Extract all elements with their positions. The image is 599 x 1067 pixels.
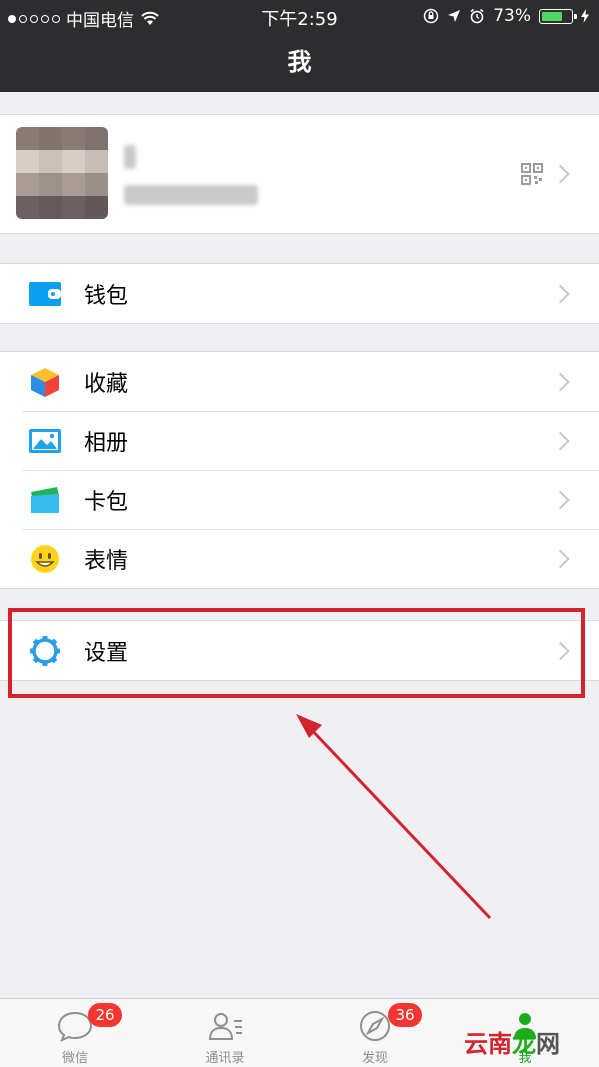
menu-item-cards[interactable]: 卡包 — [0, 470, 599, 529]
profile-card[interactable] — [0, 114, 599, 234]
qr-code-icon[interactable] — [521, 163, 543, 185]
profile-id-blurred — [124, 185, 258, 205]
main-group: 收藏 相册 卡包 表情 — [0, 351, 599, 589]
tab-discover[interactable]: 36 发现 — [300, 999, 450, 1067]
album-icon — [29, 429, 61, 453]
charging-icon — [581, 9, 589, 23]
watermark-text: 云南龙网 — [464, 1024, 560, 1059]
avatar[interactable] — [16, 127, 108, 219]
tab-label: 微信 — [61, 1051, 88, 1066]
menu-item-label: 收藏 — [84, 371, 129, 397]
favorites-icon — [31, 368, 59, 397]
menu-item-label: 卡包 — [84, 489, 129, 515]
chevron-right-icon — [551, 284, 570, 303]
tab-label: 通讯录 — [205, 1051, 245, 1066]
tab-chats[interactable]: 26 微信 — [0, 999, 150, 1067]
status-right: 73% — [423, 6, 589, 26]
menu-item-sticker[interactable]: 表情 — [0, 529, 599, 588]
battery-percent: 73% — [493, 6, 531, 26]
profile-name-blurred — [124, 145, 136, 169]
alarm-icon — [470, 8, 484, 24]
menu-item-label: 钱包 — [84, 283, 129, 309]
contacts-icon — [208, 1013, 242, 1040]
menu-item-label: 相册 — [84, 430, 129, 456]
chevron-right-icon — [551, 549, 570, 568]
menu-item-label: 表情 — [84, 548, 129, 574]
tab-label: 发现 — [361, 1051, 388, 1066]
watermark-text-green: 龙 — [512, 1030, 536, 1058]
chevron-right-icon — [551, 164, 570, 184]
menu-item-wallet[interactable]: 钱包 — [0, 264, 599, 323]
highlight-box — [8, 608, 585, 698]
menu-item-album[interactable]: 相册 — [0, 411, 599, 470]
chevron-right-icon — [551, 490, 570, 509]
unread-badge: 26 — [88, 1003, 122, 1027]
status-bar: 中国电信 下午2:59 73% — [0, 0, 599, 32]
cards-icon — [31, 487, 59, 513]
rotation-lock-icon — [423, 8, 439, 24]
sticker-icon — [31, 545, 59, 573]
battery-icon — [539, 8, 577, 24]
nav-title: 我 — [0, 32, 599, 92]
menu-item-favorites[interactable]: 收藏 — [0, 352, 599, 411]
location-icon — [448, 10, 461, 22]
unread-badge: 36 — [388, 1003, 422, 1027]
wallet-group: 钱包 — [0, 263, 599, 324]
watermark-text-dark: 网 — [536, 1030, 560, 1058]
watermark-text-red: 云南 — [464, 1030, 512, 1058]
chevron-right-icon — [551, 431, 570, 450]
chevron-right-icon — [551, 372, 570, 391]
tab-contacts[interactable]: 通讯录 — [150, 999, 300, 1067]
wallet-icon — [29, 282, 61, 306]
